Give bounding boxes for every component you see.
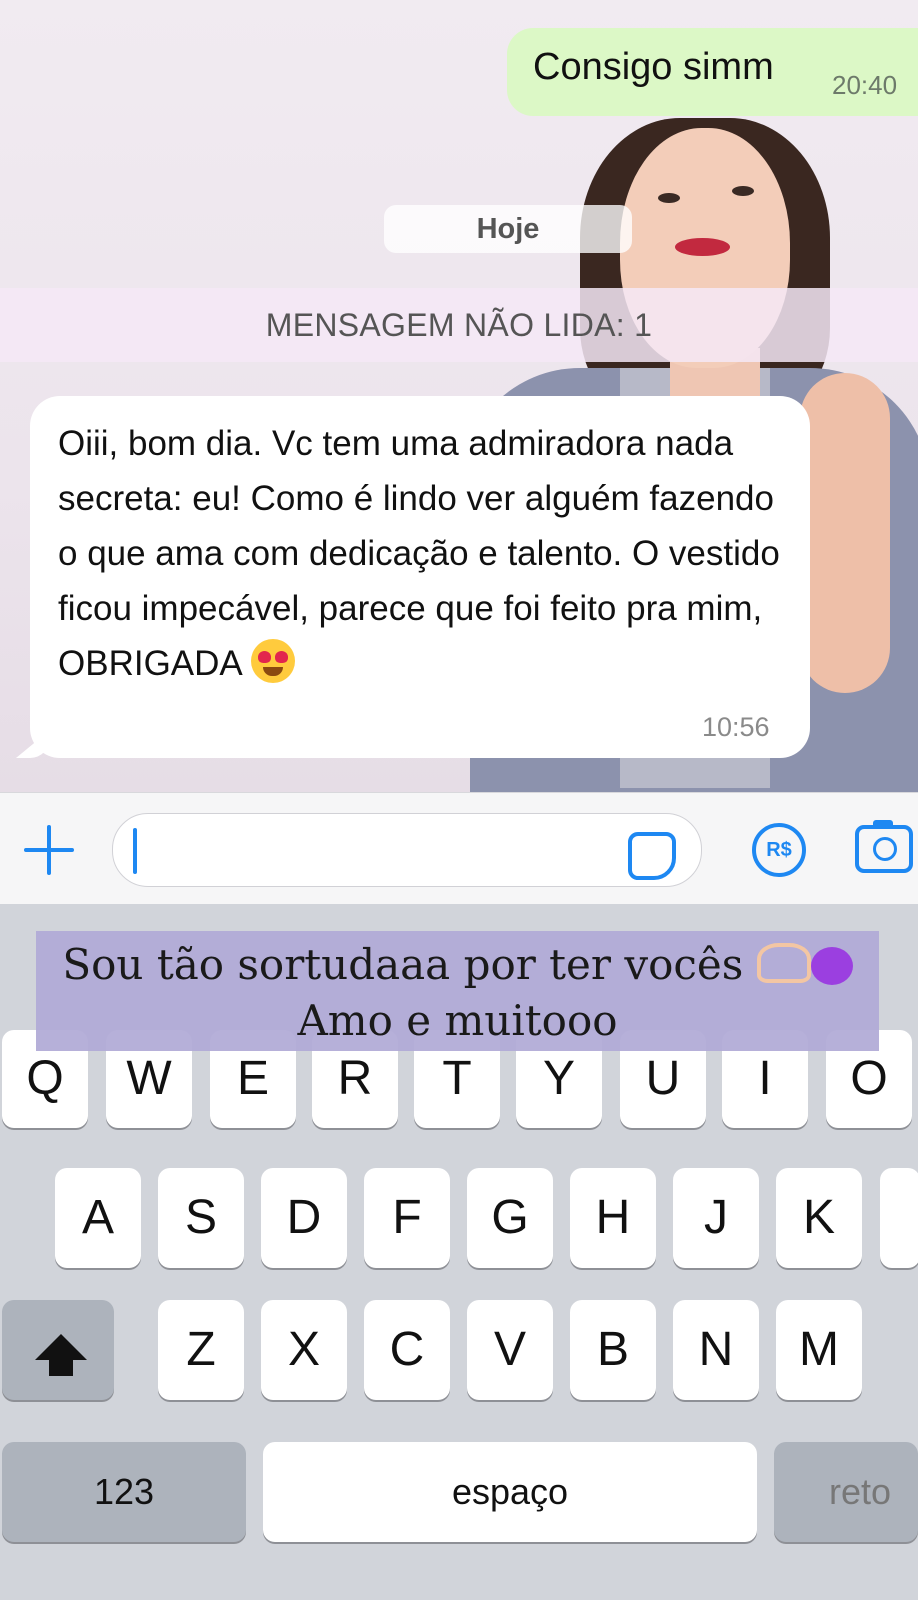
payment-icon[interactable]: R$ (752, 823, 806, 877)
incoming-message-text: Oiii, bom dia. Vc tem uma admiradora nad… (58, 416, 788, 691)
plus-icon[interactable] (22, 823, 76, 877)
key-v[interactable]: V (467, 1300, 553, 1400)
incoming-message-time: 10:56 (702, 712, 770, 742)
outgoing-message-text: Consigo simm (533, 46, 774, 88)
key-l[interactable] (880, 1168, 918, 1268)
key-n[interactable]: N (673, 1300, 759, 1400)
caption-line-1: Sou tão sortudaaa por ter vocês (36, 937, 879, 993)
heart-eyes-emoji-icon (250, 639, 295, 683)
key-h[interactable]: H (570, 1168, 656, 1268)
message-input[interactable] (112, 813, 702, 887)
chat-background: Consigo simm 20:40 Hoje MENSAGEM NÃO LID… (0, 0, 918, 792)
caption-line-2: Amo e muitooo (297, 996, 618, 1045)
bubble-tail (16, 730, 50, 758)
key-b[interactable]: B (570, 1300, 656, 1400)
key-g[interactable]: G (467, 1168, 553, 1268)
key-c[interactable]: C (364, 1300, 450, 1400)
key-d[interactable]: D (261, 1168, 347, 1268)
story-caption-overlay: Sou tão sortudaaa por ter vocês Amo e mu… (36, 931, 879, 1051)
caption-line-1-text: Sou tão sortudaaa por ter vocês (62, 940, 744, 989)
return-key[interactable]: reto (774, 1442, 918, 1542)
key-x[interactable]: X (261, 1300, 347, 1400)
photo-eye (658, 193, 680, 203)
text-cursor (133, 828, 137, 874)
key-z[interactable]: Z (158, 1300, 244, 1400)
photo-eye (732, 186, 754, 196)
incoming-message-body: Oiii, bom dia. Vc tem uma admiradora nad… (58, 424, 780, 683)
heart-hands-emoji-icon (756, 943, 811, 983)
key-j[interactable]: J (673, 1168, 759, 1268)
shift-icon (35, 1334, 87, 1360)
sticker-icon[interactable] (628, 832, 676, 880)
key-k[interactable]: K (776, 1168, 862, 1268)
purple-heart-emoji-icon (810, 947, 853, 985)
unread-messages-banner: MENSAGEM NÃO LIDA: 1 (0, 288, 918, 362)
key-a[interactable]: A (55, 1168, 141, 1268)
key-s[interactable]: S (158, 1168, 244, 1268)
message-composer: R$ (0, 792, 918, 905)
key-f[interactable]: F (364, 1168, 450, 1268)
outgoing-message-time: 20:40 (832, 70, 898, 100)
camera-icon[interactable] (855, 820, 913, 873)
photo-lips (675, 238, 730, 256)
key-m[interactable]: M (776, 1300, 862, 1400)
photo-hand (800, 373, 890, 693)
shift-key[interactable] (2, 1300, 114, 1400)
outgoing-message-bubble[interactable]: Consigo simm 20:40 (507, 28, 918, 116)
numbers-key[interactable]: 123 (2, 1442, 246, 1542)
date-separator: Hoje (384, 205, 632, 253)
incoming-message-bubble[interactable]: Oiii, bom dia. Vc tem uma admiradora nad… (16, 396, 810, 758)
space-key[interactable]: espaço (263, 1442, 757, 1542)
